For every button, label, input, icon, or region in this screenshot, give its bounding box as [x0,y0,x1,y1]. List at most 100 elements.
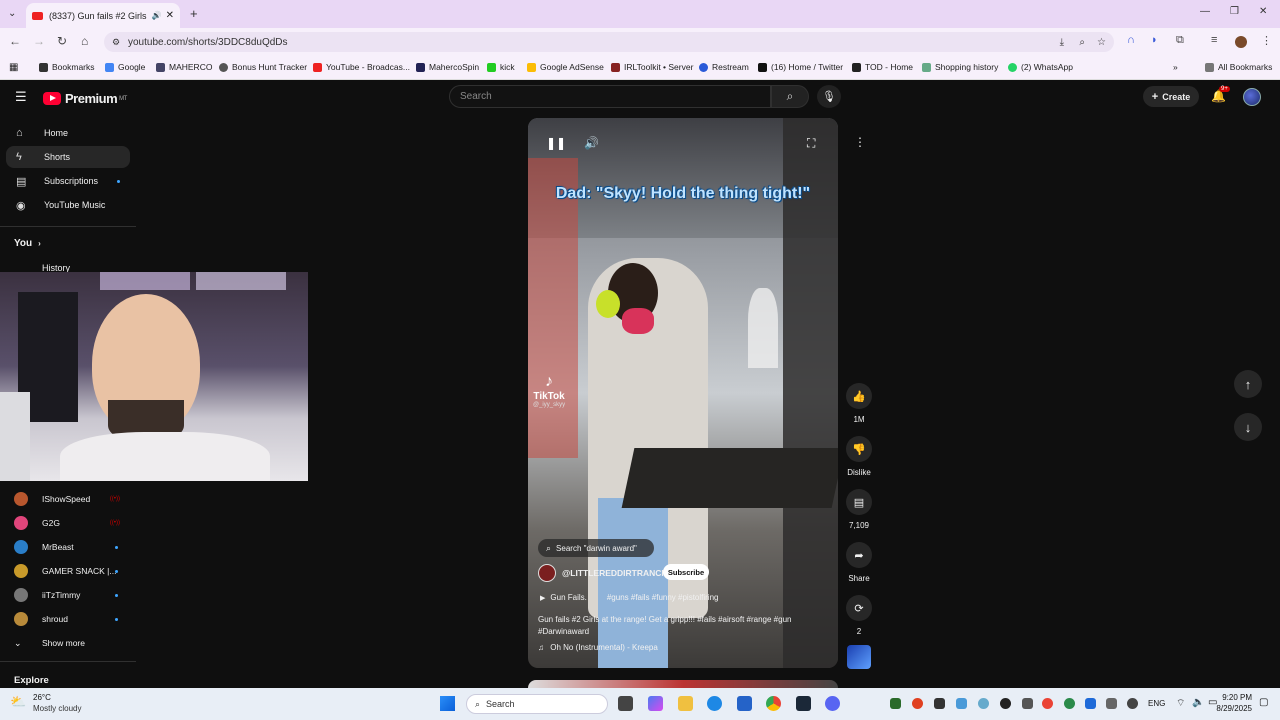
tray-app-icon[interactable] [890,698,901,709]
playlist-row[interactable]: ▶ Gun Fails. #guns #fails #funny #pistol… [540,593,718,602]
sidebar-you-header[interactable]: You › [14,238,41,249]
zoom-icon[interactable]: ⌕ [1079,37,1085,48]
fullscreen-icon[interactable]: ⛶ [807,136,815,151]
more-options-icon[interactable]: ⋮ [854,135,866,149]
bookmark-item[interactable]: (16) Home / Twitter [758,62,843,72]
bookmark-item[interactable]: Bonus Hunt Tracker [219,62,307,72]
browser-tab[interactable]: (8337) Gun fails #2 Girls at 🔊 ✕ [26,3,180,28]
subscription-item[interactable]: GAMER SNACK |... [14,562,130,580]
subscription-item[interactable]: IShowSpeed ((•)) [14,490,130,508]
channel-row[interactable]: @LITTLEREDDIRTRANCH [538,564,668,582]
comments-button[interactable]: ▤ 7,109 [846,489,872,530]
bookmark-item[interactable]: TOD - Home [852,62,913,72]
back-icon[interactable]: ← [9,34,21,48]
sidebar-item-home[interactable]: ⌂ Home [6,122,130,144]
tray-app-icon[interactable] [1042,698,1053,709]
dislike-button[interactable]: 👎 Dislike [846,436,872,477]
extensions-icon[interactable]: ⧉ [1176,34,1184,47]
remix-button[interactable]: ⟳ 2 [846,595,872,636]
language-indicator[interactable]: ENG [1148,699,1165,708]
tray-app-icon[interactable] [1106,698,1117,709]
tray-app-icon[interactable] [1064,698,1075,709]
show-more-button[interactable]: ⌄ Show more [14,634,130,652]
weather-desc[interactable]: Mostly cloudy [33,704,81,713]
volume-icon[interactable]: 🔊 [584,136,599,150]
clock-date[interactable]: 8/29/2025 [1210,704,1252,713]
tray-app-icon[interactable] [956,698,967,709]
search-suggestion-pill[interactable]: ⌕ Search "darwin award" [538,539,654,557]
music-row[interactable]: ♫ Oh No (Instrumental) - Kreepa [538,643,658,652]
address-bar[interactable]: ⚙ youtube.com/shorts/3DDC8duQdDs ⤓ ⌕ ☆ [104,32,1114,52]
hashtags[interactable]: #guns #fails #funny #pistolfiring [607,593,719,602]
minimize-icon[interactable]: — [1200,6,1210,17]
file-explorer-icon[interactable] [678,696,693,711]
bookmark-item[interactable]: Google AdSense [527,62,604,72]
search-button[interactable]: ⌕ [771,85,809,108]
more-bookmarks-icon[interactable]: » [1173,62,1178,72]
forward-icon[interactable]: → [33,34,45,48]
tab-search-icon[interactable]: ⌄ [8,8,16,19]
tray-app-icon[interactable] [1000,698,1011,709]
bookmark-item[interactable]: Google [105,62,145,72]
sidebar-item-subscriptions[interactable]: ▤ Subscriptions [6,170,130,192]
create-button[interactable]: + Create [1143,86,1199,107]
speaker-icon[interactable]: 🔊 [152,11,162,20]
youtube-premium-logo[interactable]: Premium MT [43,91,127,106]
chrome-icon[interactable] [766,696,781,711]
subscribe-button[interactable]: Subscribe [663,564,709,580]
task-view-icon[interactable] [618,696,633,711]
tray-app-icon[interactable] [934,698,945,709]
bookmark-item[interactable]: MahercoSpin [416,62,479,72]
bookmark-item[interactable]: YouTube - Broadcas... [313,62,410,72]
taskbar-search[interactable]: ⌕ Search [466,694,608,714]
bluetooth-icon[interactable] [1085,698,1096,709]
profile-avatar-icon[interactable] [1235,36,1247,48]
windows-start-icon[interactable] [440,696,455,711]
next-short-button[interactable]: ↓ [1234,413,1262,441]
tray-app-icon[interactable] [1022,698,1033,709]
search-input[interactable]: Search [449,85,771,108]
account-avatar[interactable] [1243,88,1261,106]
bookmark-star-icon[interactable]: ☆ [1097,37,1106,48]
tab-close-icon[interactable]: ✕ [166,10,174,21]
volume-tray-icon[interactable]: 🔈 [1192,697,1204,708]
restore-icon[interactable]: ❐ [1230,6,1239,17]
copilot-icon[interactable] [648,696,663,711]
bookmark-item[interactable]: kick [487,62,515,72]
bookmark-item[interactable]: Restream [699,62,749,72]
bookmark-item[interactable]: IRLToolkit • Server [611,62,693,72]
home-browser-icon[interactable]: ⌂ [81,34,88,48]
all-bookmarks-button[interactable]: All Bookmarks [1205,62,1272,72]
voice-search-button[interactable]: 🎙 [817,85,841,108]
edge-icon[interactable] [707,696,722,711]
bookmark-item[interactable]: Bookmarks [39,62,95,72]
sidebar-item-youtube-music[interactable]: ◉ YouTube Music [6,194,130,216]
guide-menu-icon[interactable]: ☰ [15,89,27,105]
close-window-icon[interactable]: ✕ [1259,6,1267,17]
extension-2-icon[interactable]: ◗ [1151,34,1158,46]
pause-icon[interactable]: ❚❚ [546,136,566,150]
sound-thumbnail[interactable] [847,645,871,669]
bookmark-item[interactable]: Shopping history [922,62,998,72]
subscription-item[interactable]: iiTzTimmy [14,586,130,604]
site-info-icon[interactable]: ⚙ [112,37,120,48]
bookmark-item[interactable]: (2) WhatsApp [1008,62,1073,72]
install-icon[interactable]: ⤓ [1060,37,1064,48]
menu-kebab-icon[interactable]: ⋮ [1261,34,1272,47]
share-button[interactable]: ➦ Share [846,542,872,583]
sidebar-item-shorts[interactable]: ϟ Shorts [6,146,130,168]
apps-grid-icon[interactable]: ▦ [9,62,18,73]
clock-time[interactable]: 9:20 PM [1216,693,1252,702]
like-button[interactable]: 👍 1M [846,383,872,424]
extension-1-icon[interactable]: ∩ [1127,34,1135,46]
discord-icon[interactable] [825,696,840,711]
subscription-item[interactable]: MrBeast [14,538,130,556]
previous-short-button[interactable]: ↑ [1234,370,1262,398]
wifi-icon[interactable]: ⌔ [1176,697,1185,710]
steam-icon[interactable] [796,696,811,711]
store-icon[interactable] [737,696,752,711]
new-tab-button[interactable]: + [190,6,198,21]
tray-app-icon[interactable] [912,698,923,709]
weather-temp[interactable]: 26°C [33,693,51,702]
notification-center-icon[interactable]: ▢ [1259,697,1268,708]
